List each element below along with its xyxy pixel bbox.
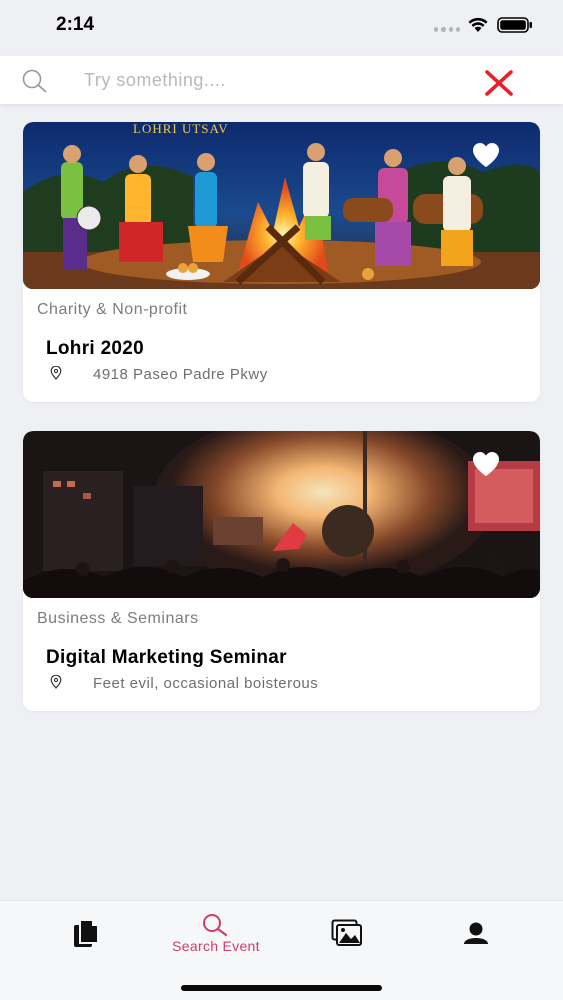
status-bar: 2:14 xyxy=(0,0,563,56)
event-title: Lohri 2020 xyxy=(46,338,145,359)
event-title: Digital Marketing Seminar xyxy=(46,647,287,668)
location-pin-icon xyxy=(50,675,62,689)
status-time: 2:14 xyxy=(56,14,95,35)
event-card[interactable]: Business & Seminars Digital Marketing Se… xyxy=(23,431,540,711)
search-bar xyxy=(0,56,563,104)
heart-icon[interactable] xyxy=(471,142,501,168)
tab-search-event[interactable]: Search Event xyxy=(161,901,260,971)
banner-text: LOHRI UTSAV xyxy=(133,122,229,136)
tab-profile[interactable] xyxy=(431,901,521,971)
event-category: Business & Seminars xyxy=(37,610,199,627)
cellular-signal-icon xyxy=(434,27,460,33)
event-category: Charity & Non-profit xyxy=(37,301,188,318)
gallery-icon xyxy=(331,919,362,946)
tab-label: Search Event xyxy=(172,938,260,954)
wifi-icon xyxy=(468,17,488,32)
tab-gallery[interactable] xyxy=(301,901,391,971)
search-icon xyxy=(22,69,47,93)
event-location: Feet evil, occasional boisterous xyxy=(93,675,319,692)
battery-icon xyxy=(497,17,532,33)
home-indicator xyxy=(181,985,382,991)
search-input[interactable] xyxy=(84,64,444,96)
search-icon xyxy=(203,914,228,937)
heart-icon[interactable] xyxy=(471,451,501,477)
documents-icon xyxy=(74,919,99,947)
clear-search-icon[interactable] xyxy=(484,70,514,96)
event-image: LOHRI UTSAV xyxy=(23,122,540,289)
tab-documents[interactable] xyxy=(40,901,130,971)
profile-icon xyxy=(464,922,488,944)
event-location: 4918 Paseo Padre Pkwy xyxy=(93,366,268,383)
event-image xyxy=(23,431,540,598)
event-card[interactable]: LOHRI UTSAV Charity & Non-profit Lohri 2… xyxy=(23,122,540,402)
location-pin-icon xyxy=(50,366,62,380)
